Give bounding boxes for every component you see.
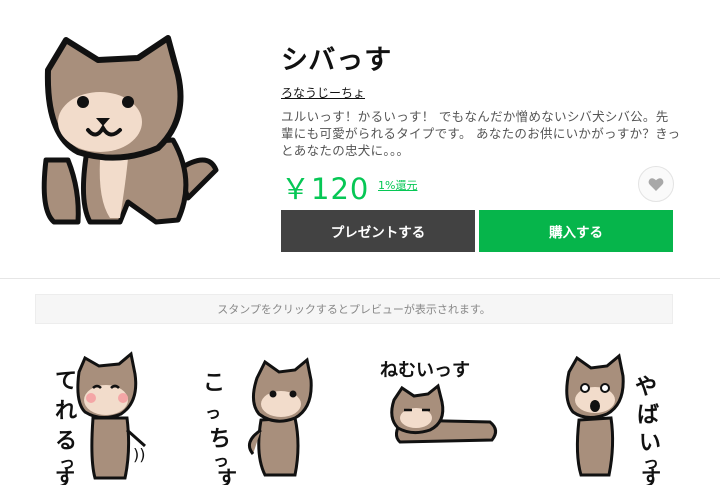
- svg-text:ち: ち: [209, 427, 231, 452]
- section-divider: [0, 278, 720, 279]
- gift-button[interactable]: プレゼントする: [281, 210, 475, 252]
- shiba-sleep-sticker-icon: ねむいっす: [380, 360, 497, 444]
- shiba-sitting-icon: [41, 35, 219, 225]
- shiba-panic-sticker-icon: や ば い っ す: [565, 353, 661, 485]
- svg-text:)): )): [133, 445, 145, 464]
- svg-text:れ: れ: [55, 399, 77, 424]
- sticker-2[interactable]: こ っ ち っ す: [195, 350, 335, 485]
- sticker-4[interactable]: や ば い っ す: [545, 350, 685, 485]
- svg-text:て: て: [55, 369, 77, 394]
- sticker-3[interactable]: ねむいっす: [372, 350, 512, 485]
- favorite-button[interactable]: [638, 166, 674, 202]
- product-title: シバっす: [281, 45, 393, 76]
- shiba-beckon-sticker-icon: こ っ ち っ す: [203, 357, 313, 485]
- svg-text:す: す: [641, 466, 661, 485]
- author-link[interactable]: ろなうじーちょ: [281, 84, 365, 101]
- buy-button[interactable]: 購入する: [479, 210, 673, 252]
- svg-text:す: す: [217, 466, 237, 485]
- svg-text:っ: っ: [205, 403, 221, 422]
- svg-text:こ: こ: [203, 371, 225, 396]
- svg-text:す: す: [55, 466, 75, 485]
- main-character-image: [28, 30, 238, 240]
- price: ￥120: [281, 172, 370, 206]
- heart-icon: [648, 177, 664, 191]
- svg-text:や: や: [635, 375, 657, 400]
- product-description: ユルいっす！かるいっす！ でもなんだか憎めないシバ犬シバ公。先輩にも可愛がられる…: [281, 109, 681, 158]
- svg-text:ば: ば: [637, 403, 659, 428]
- preview-hint: スタンプをクリックするとプレビューが表示されます。: [35, 294, 673, 324]
- sticker-1[interactable]: て れ る っ す )): [35, 350, 175, 485]
- shiba-blush-sticker-icon: て れ る っ す )): [55, 351, 146, 485]
- rebate-link[interactable]: 1%還元: [378, 177, 417, 193]
- svg-text:る: る: [55, 429, 77, 454]
- svg-text:ねむいっす: ねむいっす: [380, 360, 470, 381]
